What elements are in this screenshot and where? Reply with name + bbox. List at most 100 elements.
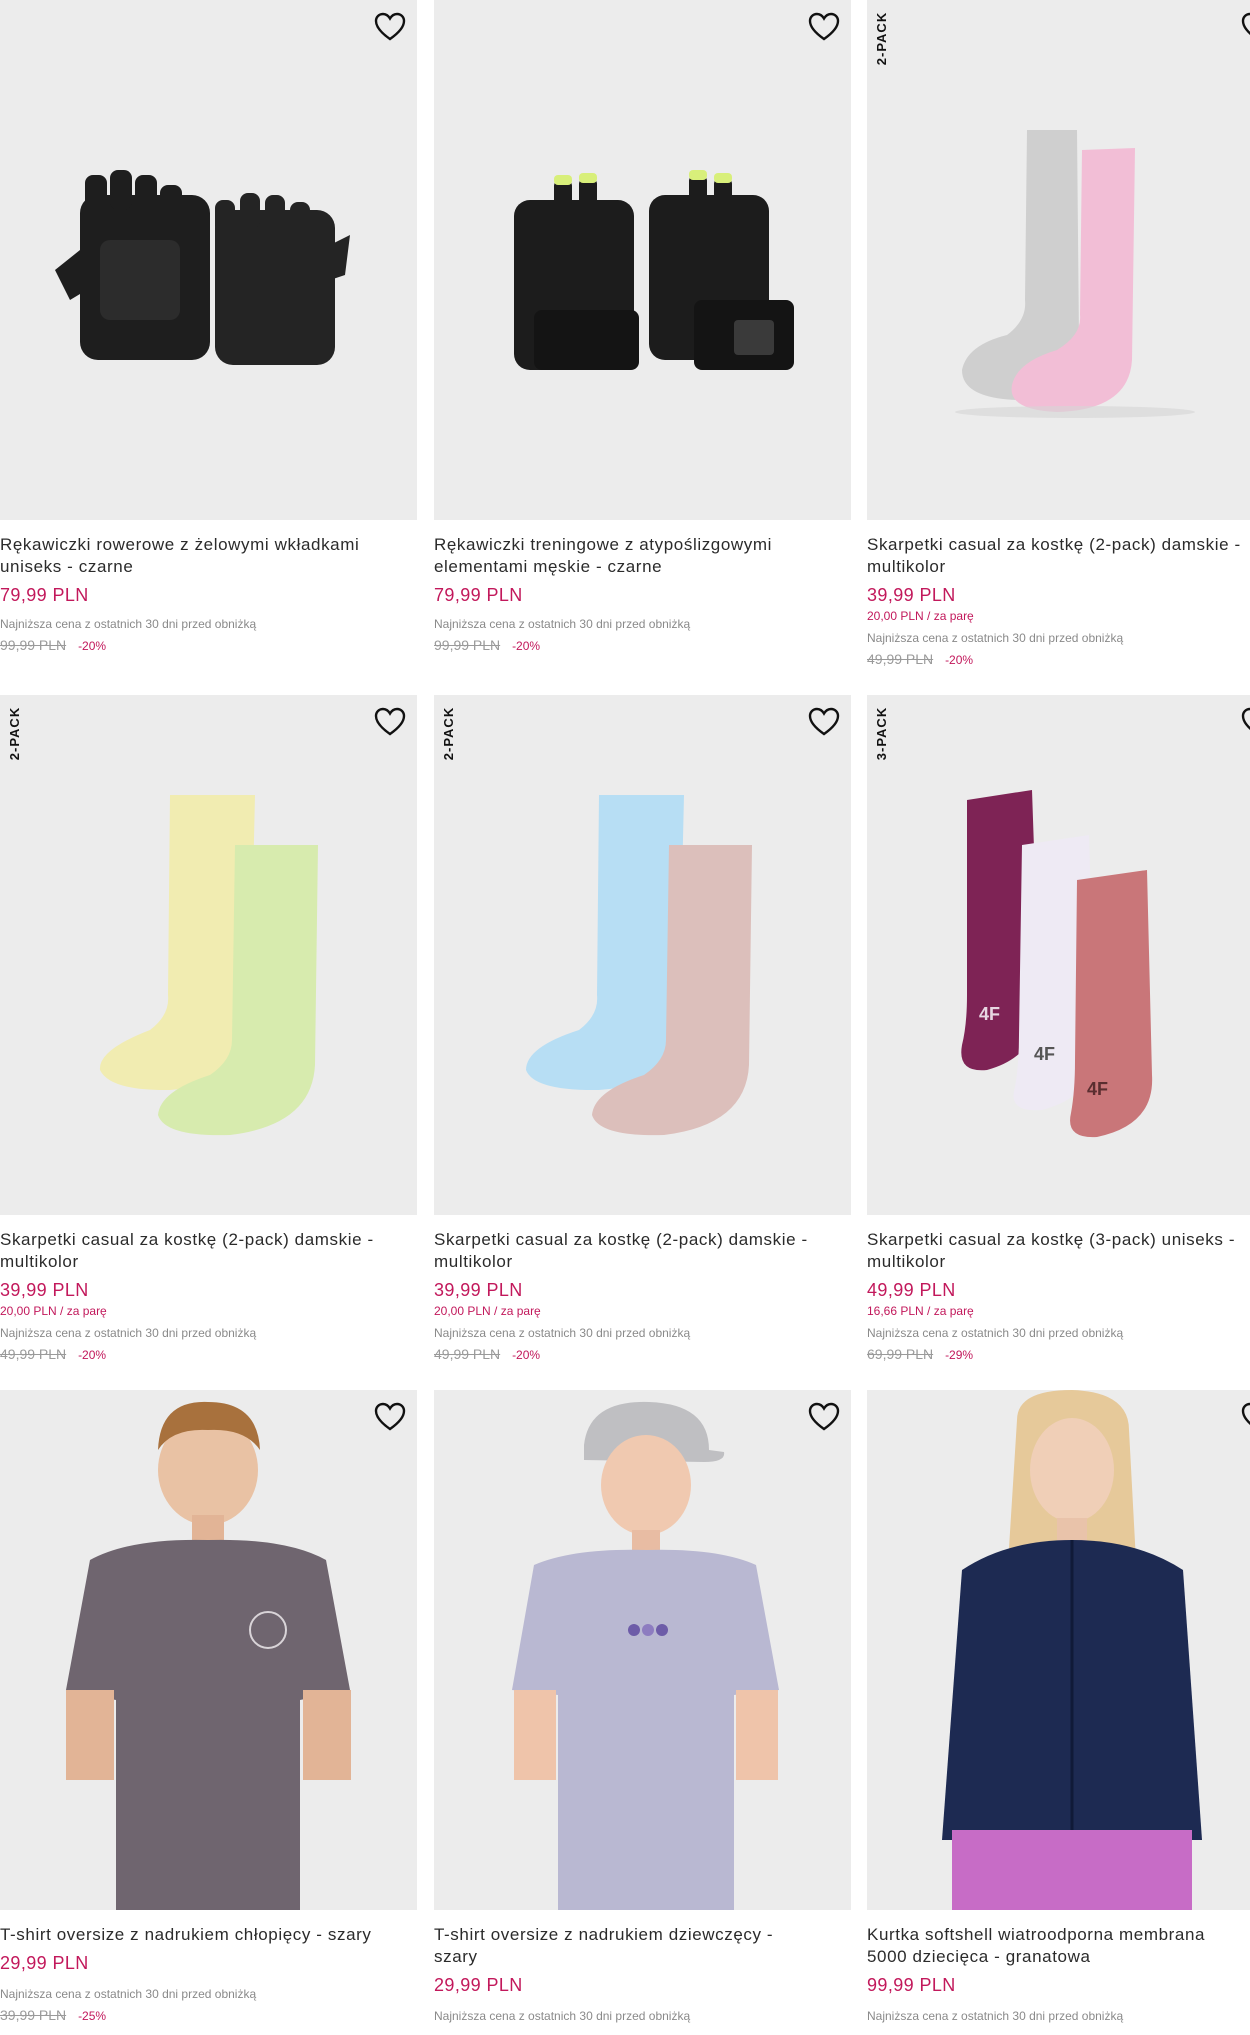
product-photo xyxy=(942,1390,1202,1910)
product-card[interactable]: T-shirt oversize z nadrukiem chłopięcy -… xyxy=(0,1390,417,2025)
product-photo xyxy=(526,795,752,1136)
old-price: 49,99 PLN xyxy=(434,1346,501,1362)
favorite-button[interactable] xyxy=(1240,1400,1250,1434)
pack-badge: 2-PACK xyxy=(2,695,28,771)
product-name-line: 5000 dziecięca - granatowa xyxy=(867,1947,1091,1966)
old-price: 69,99 PLN xyxy=(867,1346,934,1362)
lowest-price-label: Najniższa cena z ostatnich 30 dni przed … xyxy=(434,2009,691,2023)
product-card[interactable]: 2-PACK Skarpetki casual za kostkę (2-pac… xyxy=(434,695,851,1364)
product-price: 99,99 PLN xyxy=(867,1975,956,1995)
heart-outline-icon xyxy=(808,12,840,41)
product-name[interactable]: Skarpetki casual za kostkę (3-pack) unis… xyxy=(867,1229,1250,1273)
product-name[interactable]: Skarpetki casual za kostkę (2-pack) dams… xyxy=(867,534,1250,578)
pack-badge: 2-PACK xyxy=(436,695,462,771)
favorite-button[interactable] xyxy=(807,705,841,739)
favorite-button[interactable] xyxy=(373,10,407,44)
product-price: 39,99 PLN xyxy=(434,1280,523,1300)
heart-outline-icon xyxy=(808,707,840,736)
product-price: 39,99 PLN xyxy=(0,1280,89,1300)
svg-text:4F: 4F xyxy=(1087,1079,1108,1099)
product-name[interactable]: T-shirt oversize z nadrukiem dziewczęcy … xyxy=(434,1924,851,1968)
product-card[interactable]: Rękawiczki rowerowe z żelowymi wkładkami… xyxy=(0,0,417,655)
unit-price: 20,00 PLN / za parę xyxy=(434,1304,541,1318)
product-grid: Rękawiczki rowerowe z żelowymi wkładkami… xyxy=(0,0,1250,2035)
old-price-row: 49,99 PLN -20% xyxy=(0,1346,417,1364)
heart-outline-icon xyxy=(374,12,406,41)
product-image[interactable]: 2-PACK xyxy=(0,695,417,1215)
product-photo: 4F 4F 4F xyxy=(961,790,1153,1138)
unit-price: 20,00 PLN / za parę xyxy=(0,1304,107,1318)
product-name[interactable]: T-shirt oversize z nadrukiem chłopięcy -… xyxy=(0,1924,417,1946)
lowest-price-label: Najniższa cena z ostatnich 30 dni przed … xyxy=(0,617,257,631)
svg-text:4F: 4F xyxy=(1034,1044,1055,1064)
favorite-button[interactable] xyxy=(1240,10,1250,44)
heart-outline-icon xyxy=(374,707,406,736)
discount-percent: -20% xyxy=(512,1348,541,1362)
product-name[interactable]: Kurtka softshell wiatroodporna membrana … xyxy=(867,1924,1250,1968)
product-price: 29,99 PLN xyxy=(0,1953,89,1973)
product-name[interactable]: Rękawiczki rowerowe z żelowymi wkładkami… xyxy=(0,534,417,578)
product-card[interactable]: T-shirt oversize z nadrukiem dziewczęcy … xyxy=(434,1390,851,2025)
product-card[interactable]: 2-PACK Skarpetki casual za kostkę (2-pac… xyxy=(0,695,417,1364)
product-name-line: multikolor xyxy=(0,1252,79,1271)
pack-badge-label: 2-PACK xyxy=(7,706,23,760)
favorite-button[interactable] xyxy=(807,10,841,44)
unit-price: 16,66 PLN / za parę xyxy=(867,1304,974,1318)
heart-outline-icon xyxy=(808,1402,840,1431)
product-price: 49,99 PLN xyxy=(867,1280,956,1300)
pack-badge: 3-PACK xyxy=(869,695,895,771)
product-name[interactable]: Skarpetki casual za kostkę (2-pack) dams… xyxy=(434,1229,851,1273)
product-card[interactable]: 4F 4F 4F 3-PACK Skarpetki casual za kost… xyxy=(867,695,1250,1364)
discount-percent: -25% xyxy=(78,2009,107,2023)
product-name-line: elementami męskie - czarne xyxy=(434,557,663,576)
product-price: 39,99 PLN xyxy=(867,585,956,605)
old-price: 49,99 PLN xyxy=(867,651,934,667)
product-photo xyxy=(55,170,350,365)
favorite-button[interactable] xyxy=(1240,705,1250,739)
product-name-line: T-shirt oversize z nadrukiem chłopięcy -… xyxy=(0,1925,372,1944)
product-name-line: Kurtka softshell wiatroodporna membrana xyxy=(867,1925,1206,1944)
product-image[interactable] xyxy=(0,1390,417,1910)
favorite-button[interactable] xyxy=(373,705,407,739)
product-price: 29,99 PLN xyxy=(434,1975,523,1995)
product-name-line: Skarpetki casual za kostkę (2-pack) dams… xyxy=(434,1230,808,1249)
product-name[interactable]: Skarpetki casual za kostkę (2-pack) dams… xyxy=(0,1229,417,1273)
product-name-line: multikolor xyxy=(434,1252,513,1271)
discount-percent: -29% xyxy=(945,1348,974,1362)
product-name-line: uniseks - czarne xyxy=(0,557,134,576)
old-price: 99,99 PLN xyxy=(0,637,67,653)
product-image[interactable] xyxy=(434,1390,851,1910)
lowest-price-label: Najniższa cena z ostatnich 30 dni przed … xyxy=(434,617,691,631)
product-name-line: Skarpetki casual za kostkę (2-pack) dams… xyxy=(0,1230,374,1249)
lowest-price-label: Najniższa cena z ostatnich 30 dni przed … xyxy=(867,631,1124,645)
product-photo xyxy=(514,170,794,370)
old-price-row: 99,99 PLN -20% xyxy=(434,637,851,655)
product-name-line: multikolor xyxy=(867,1252,946,1271)
old-price-row: 49,99 PLN -20% xyxy=(434,1346,851,1364)
product-image[interactable]: 2-PACK xyxy=(867,0,1250,520)
old-price-row: 69,99 PLN -29% xyxy=(867,1346,1250,1364)
product-name-line: szary xyxy=(434,1947,478,1966)
product-image[interactable]: 2-PACK xyxy=(434,695,851,1215)
product-photo xyxy=(512,1401,779,1910)
old-price: 39,99 PLN xyxy=(0,2007,67,2023)
old-price-row: 99,99 PLN -20% xyxy=(0,637,417,655)
product-card[interactable]: 2-PACK Skarpetki casual za kostkę (2-pac… xyxy=(867,0,1250,669)
product-image[interactable] xyxy=(434,0,851,520)
old-price-row: 39,99 PLN -25% xyxy=(0,2007,417,2025)
product-image[interactable] xyxy=(0,0,417,520)
old-price: 49,99 PLN xyxy=(0,1346,67,1362)
unit-price: 20,00 PLN / za parę xyxy=(867,609,974,623)
favorite-button[interactable] xyxy=(807,1400,841,1434)
favorite-button[interactable] xyxy=(373,1400,407,1434)
product-card[interactable]: Rękawiczki treningowe z atypoślizgowymi … xyxy=(434,0,851,655)
old-price-row: 49,99 PLN -20% xyxy=(867,651,1250,669)
svg-text:4F: 4F xyxy=(979,1004,1000,1024)
product-price: 79,99 PLN xyxy=(0,585,89,605)
product-name[interactable]: Rękawiczki treningowe z atypoślizgowymi … xyxy=(434,534,851,578)
product-name-line: Skarpetki casual za kostkę (2-pack) dams… xyxy=(867,535,1241,554)
product-image[interactable] xyxy=(867,1390,1250,1910)
product-image[interactable]: 4F 4F 4F 3-PACK xyxy=(867,695,1250,1215)
product-photo xyxy=(99,795,318,1136)
product-card[interactable]: Kurtka softshell wiatroodporna membrana … xyxy=(867,1390,1250,2025)
